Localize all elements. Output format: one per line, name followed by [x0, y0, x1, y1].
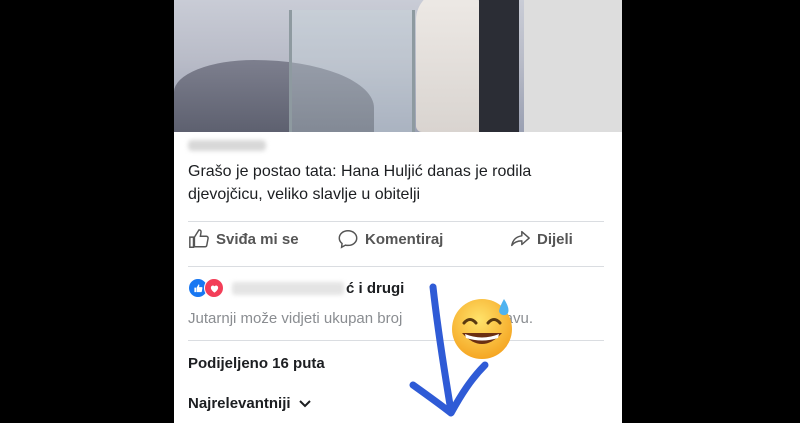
- divider: [188, 221, 604, 222]
- blurred-source: [188, 140, 266, 151]
- love-reaction-icon: [204, 278, 224, 298]
- blurred-name: [232, 281, 344, 295]
- reactions-text: ć i drugi: [346, 279, 405, 297]
- comment-label: Komentiraj: [365, 230, 444, 248]
- action-bar: Sviđa mi se Komentiraj Dijeli: [174, 228, 622, 260]
- chevron-down-icon: [298, 399, 311, 407]
- post-card: Grašo je postao tata: Hana Huljić danas …: [174, 0, 622, 423]
- sort-label: Najrelevantniji: [188, 395, 291, 412]
- bride-figure: [416, 0, 486, 132]
- post-image[interactable]: [174, 0, 622, 132]
- thumbs-up-icon: [189, 229, 209, 248]
- like-label: Sviđa mi se: [216, 230, 299, 248]
- divider: [188, 340, 604, 341]
- share-count[interactable]: Podijeljeno 16 puta: [188, 355, 325, 372]
- divider: [188, 266, 604, 267]
- reactions-summary[interactable]: ć i drugi: [188, 278, 404, 298]
- groom-figure: [479, 0, 519, 132]
- share-arrow-icon: [511, 230, 530, 247]
- post-headline[interactable]: Grašo je postao tata: Hana Huljić danas …: [188, 160, 598, 206]
- comment-icon: [338, 230, 358, 249]
- share-button[interactable]: Dijeli: [509, 228, 573, 250]
- like-button[interactable]: Sviđa mi se: [188, 228, 299, 250]
- sort-dropdown[interactable]: Najrelevantniji: [188, 395, 311, 412]
- glass-railing: [289, 10, 415, 132]
- sweat-smile-emoji-icon: [452, 299, 512, 359]
- wall: [524, 0, 622, 132]
- comment-button[interactable]: Komentiraj: [337, 228, 443, 250]
- note-text: Jutarnji može vidjeti ukupan broj: [188, 310, 403, 327]
- share-label: Dijeli: [537, 230, 573, 248]
